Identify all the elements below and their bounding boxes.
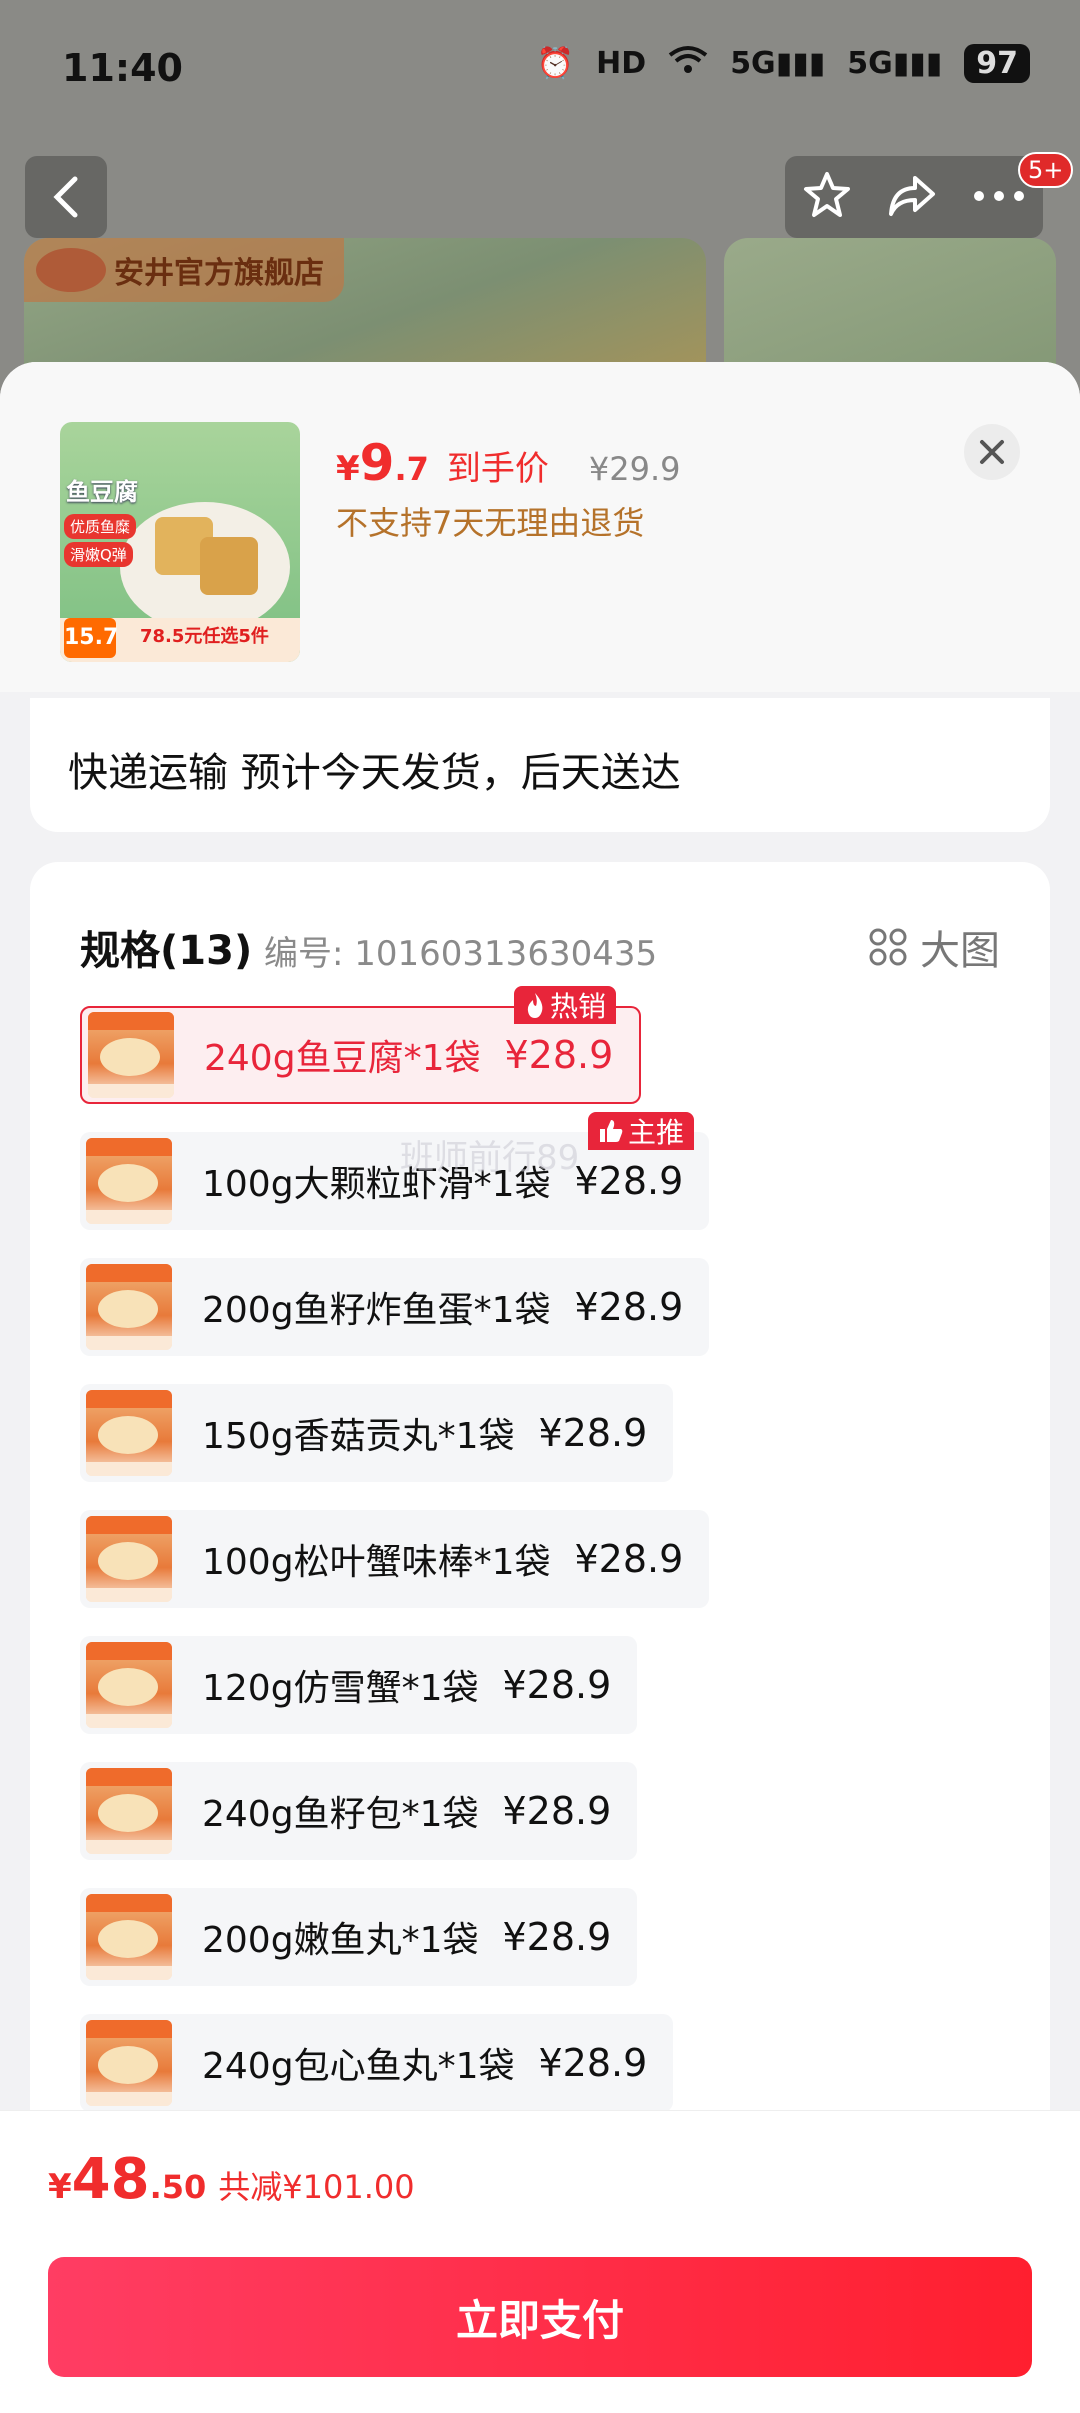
spec-option-name: 240g包心鱼丸*1袋 [202,2046,515,2087]
spec-option-price: ¥28.9 [574,1159,684,1203]
signal-icon-2: 5G▮▮▮ [847,46,943,81]
spec-option-price: ¥28.9 [502,1663,612,1707]
spec-title: 规格(13) [80,928,253,974]
signal-icon-1: 5G▮▮▮ [730,46,826,81]
spec-option[interactable]: 240g鱼籽包*1袋 ¥28.9 [80,1762,638,1860]
checkout-bar: ¥ 48 .50 共减¥101.00 立即支付 [0,2110,1080,2413]
spec-option[interactable]: 150g香菇贡丸*1袋 ¥28.9 [80,1384,674,1482]
product-banner-secondary[interactable] [724,238,1056,378]
total-integer: 48 [71,2147,150,2212]
spec-option-price: ¥28.9 [504,1033,614,1077]
star-icon [804,172,851,217]
price-integer: 9 [359,434,395,492]
price-decimal: .7 [394,450,429,488]
shipping-text: 快递运输 预计今天发货，后天送达 [68,750,681,796]
close-button[interactable] [964,424,1020,480]
favorite-button[interactable] [802,170,852,224]
status-icons: ⏰ HD 5G▮▮▮ 5G▮▮▮ 97 [537,44,1030,83]
sku-sheet: 鱼豆腐 优质鱼糜 滑嫩Q弹 15.7 78.5元任选5件 ¥ 9 .7 到手价 … [0,362,1080,2412]
network-label-2: 5G [847,46,893,81]
hot-sale-badge: 热销 [514,986,617,1024]
thumb-promo: 78.5元任选5件 [140,626,269,647]
wifi-icon [668,45,708,83]
top-action-group [785,156,1043,238]
spec-thumbnail [86,2020,172,2106]
pay-now-button[interactable]: 立即支付 [48,2257,1032,2377]
alarm-icon: ⏰ [536,46,575,81]
spec-option[interactable]: 240g包心鱼丸*1袋 ¥28.9 [80,2014,674,2112]
battery-icon: 97 [964,44,1030,83]
spec-thumbnail [88,1012,174,1098]
flame-icon [527,993,543,1018]
spec-option-price: ¥28.9 [574,1537,684,1581]
original-price: ¥29.9 [588,450,681,488]
hot-sale-label: 热销 [550,990,607,1023]
spec-option[interactable]: 100g松叶蟹味棒*1袋 ¥28.9 [80,1510,710,1608]
watermark: 班师前行89 [400,1138,580,1178]
recommended-label: 主推 [628,1116,685,1149]
price-currency: ¥ [336,449,360,489]
big-image-label: 大图 [920,928,1000,974]
thumb-tag: 优质鱼糜 [64,514,137,539]
price-label: 到手价 [446,449,549,489]
chevron-left-icon [53,176,78,218]
price-row: ¥ 9 .7 到手价 ¥29.9 [336,434,681,492]
spec-code: 编号: 10160313630435 [264,934,658,974]
recommended-badge: 主推 [588,1112,695,1150]
more-button[interactable] [972,188,1026,207]
thumb-tag: 滑嫩Q弹 [64,542,133,567]
spec-thumbnail [86,1894,172,1980]
network-label-1: 5G [730,46,776,81]
spec-option-price: ¥28.9 [574,1285,684,1329]
spec-option-name: 240g鱼豆腐*1袋 [204,1038,481,1079]
thumb-tofu [200,537,258,595]
spec-option[interactable]: 200g嫩鱼丸*1袋 ¥28.9 [80,1888,638,1986]
total-decimal: .50 [149,2168,207,2206]
thumb-title: 鱼豆腐 [66,478,138,506]
share-icon [888,176,935,216]
more-icon [973,190,1024,201]
spec-option-name: 120g仿雪蟹*1袋 [202,1668,479,1709]
spec-thumbnail [86,1516,172,1602]
sheet-header: 鱼豆腐 优质鱼糜 滑嫩Q弹 15.7 78.5元任选5件 ¥ 9 .7 到手价 … [0,362,1080,692]
spec-option-price: ¥28.9 [502,1915,612,1959]
spec-option-name: 240g鱼籽包*1袋 [202,1794,479,1835]
thumb-price: 15.7 [64,618,118,658]
spec-thumbnail [86,1768,172,1854]
status-bar: 11:40 ⏰ HD 5G▮▮▮ 5G▮▮▮ 97 [0,0,1080,140]
total-discount: 共减¥101.00 [218,2168,415,2206]
return-policy-note: 不支持7天无理由退货 [336,504,645,542]
shipping-card: 快递运输 预计今天发货，后天送达 [30,698,1050,832]
total-price: ¥ 48 .50 共减¥101.00 [48,2147,415,2212]
close-icon [980,440,1004,464]
hd-icon: HD [596,46,647,81]
spec-option-name: 100g松叶蟹味棒*1袋 [202,1542,551,1583]
spec-option-price: ¥28.9 [538,2041,648,2085]
spec-thumbnail [86,1138,172,1224]
spec-option[interactable]: 200g鱼籽炸鱼蛋*1袋 ¥28.9 [80,1258,710,1356]
spec-option[interactable]: 120g仿雪蟹*1袋 ¥28.9 [80,1636,638,1734]
total-currency: ¥ [48,2167,72,2207]
spec-option-name: 200g嫩鱼丸*1袋 [202,1920,479,1961]
grid-icon [869,928,907,966]
product-thumbnail[interactable]: 鱼豆腐 优质鱼糜 滑嫩Q弹 15.7 78.5元任选5件 [60,422,300,662]
spec-option-name: 150g香菇贡丸*1袋 [202,1416,515,1457]
spec-thumbnail [86,1390,172,1476]
product-banner[interactable]: 安井官方旗舰店 [24,238,706,378]
back-button[interactable] [25,156,107,238]
big-image-toggle[interactable]: 大图 [868,918,1000,976]
spec-option-price: ¥28.9 [502,1789,612,1833]
status-time: 11:40 [62,46,183,90]
spec-option-price: ¥28.9 [538,1411,648,1455]
store-tag: 安井官方旗舰店 [24,238,344,302]
thumbs-up-icon [600,1120,623,1142]
spec-option-name: 200g鱼籽炸鱼蛋*1袋 [202,1290,551,1331]
message-badge: 5+ [1018,152,1074,188]
share-button[interactable] [887,170,937,224]
spec-thumbnail [86,1264,172,1350]
spec-thumbnail [86,1642,172,1728]
